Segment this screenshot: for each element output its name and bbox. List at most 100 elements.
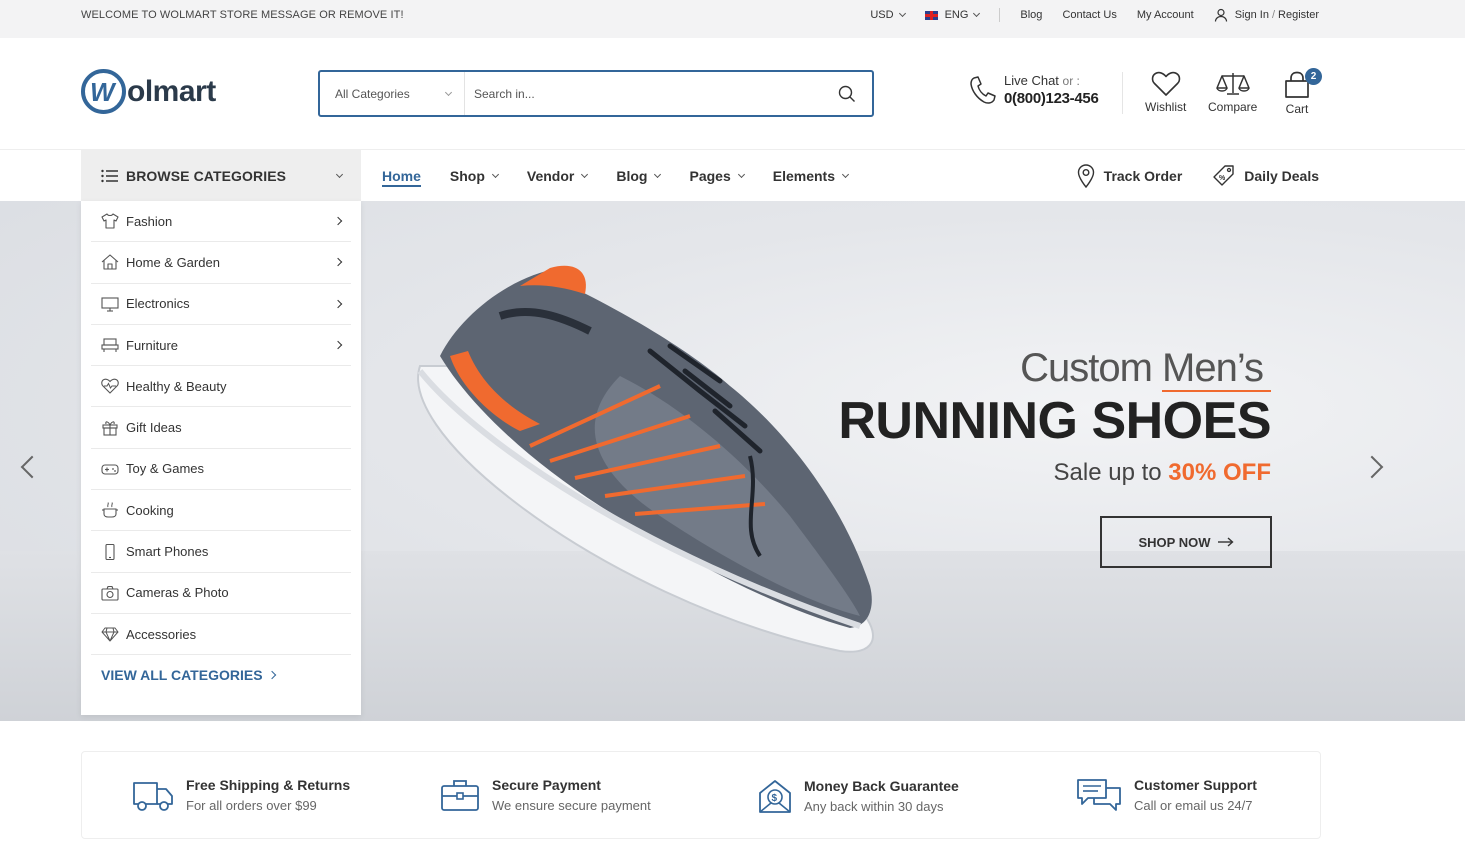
cart-label: Cart (1285, 102, 1309, 116)
briefcase-icon (441, 780, 479, 811)
category-label: Healthy & Beauty (126, 378, 227, 394)
compare-label: Compare (1208, 100, 1258, 114)
chevron-down-icon (654, 170, 662, 178)
or-label: or : (1062, 74, 1080, 88)
hero-title: RUNNING SHOES (838, 392, 1271, 450)
hero-sale-text: Sale up to 30% OFF (838, 459, 1271, 487)
gamepad-icon (101, 464, 119, 475)
chevron-right-icon (333, 258, 343, 267)
nav-item-label: Vendor (526, 167, 575, 184)
divider (999, 8, 1001, 22)
wishlist-button[interactable]: Wishlist (1145, 71, 1186, 114)
live-chat[interactable]: Live Chat or : 0(800)123-456 (968, 73, 1099, 107)
category-item-accessories[interactable]: Accessories (91, 614, 351, 656)
search-input[interactable] (465, 72, 822, 115)
category-item-furniture[interactable]: Furniture (91, 325, 351, 367)
logo[interactable]: W olmart (81, 69, 216, 114)
search-button[interactable] (822, 72, 872, 115)
top-bar-links: USD ENG Blog Contact Us My Account Sign … (850, 8, 1319, 22)
chevron-down-icon (737, 170, 745, 178)
divider (1122, 72, 1123, 114)
sofa-icon (101, 338, 119, 353)
view-all-categories-link[interactable]: VIEW ALL CATEGORIES (91, 655, 351, 683)
feature-subtitle: For all orders over $99 (186, 798, 317, 813)
nav-item-vendor[interactable]: Vendor (526, 150, 589, 201)
chevron-down-icon (444, 88, 453, 96)
category-item-cooking[interactable]: Cooking (91, 490, 351, 532)
search-bar: All Categories (318, 70, 874, 117)
features-bar: Free Shipping & Returns For all orders ov… (81, 751, 1321, 839)
feature-title: Secure Payment (492, 777, 601, 793)
category-label: Smart Phones (126, 544, 209, 560)
slider-prev-arrow-icon[interactable] (20, 455, 44, 479)
nav-item-label: Elements (772, 167, 835, 184)
svg-text:$: $ (772, 793, 778, 804)
sign-in-link[interactable]: Sign In (1235, 9, 1269, 21)
chevron-down-icon (973, 9, 981, 18)
nav-item-label: Home (382, 167, 421, 184)
category-item-smart-phones[interactable]: Smart Phones (91, 531, 351, 573)
my-account-link[interactable]: My Account (1137, 9, 1194, 21)
wishlist-label: Wishlist (1145, 100, 1187, 114)
logo-text: olmart (127, 74, 216, 108)
category-label: Toy & Games (126, 461, 205, 477)
top-bar: WELCOME TO WOLMART STORE MESSAGE OR REMO… (0, 0, 1465, 38)
heart-icon (1151, 71, 1180, 96)
blog-link[interactable]: Blog (1020, 9, 1042, 21)
currency-value: USD (870, 9, 894, 21)
language-value: ENG (944, 9, 969, 21)
browse-categories-toggle[interactable]: BROWSE CATEGORIES (81, 150, 361, 201)
search-category-value: All Categories (335, 86, 410, 101)
arrow-right-icon (1217, 537, 1234, 547)
search-category-select[interactable]: All Categories (320, 72, 465, 115)
nav-item-label: Pages (689, 167, 731, 184)
map-pin-icon (1077, 163, 1094, 188)
nav-item-shop[interactable]: Shop (450, 150, 499, 201)
hero-subtitle: Custom Men’s (838, 346, 1271, 392)
feature-payment: Secure Payment We ensure secure payment (440, 777, 651, 813)
currency-select[interactable]: USD (870, 9, 906, 21)
track-order-label: Track Order (1103, 167, 1183, 184)
category-item-electronics[interactable]: Electronics (91, 284, 351, 325)
hero-subtitle-underlined: Men’s (1162, 346, 1271, 392)
cart-button[interactable]: 2 Cart (1283, 68, 1322, 116)
nav-item-home[interactable]: Home (382, 150, 421, 201)
sign-in-register: Sign In / Register (1214, 8, 1319, 22)
hero-sale-percent: 30% OFF (1168, 459, 1271, 486)
browse-categories-label: BROWSE CATEGORIES (126, 167, 287, 184)
category-item-home-garden[interactable]: Home & Garden (91, 242, 351, 284)
slider-next-arrow-icon[interactable] (1360, 455, 1384, 479)
category-item-toy-games[interactable]: Toy & Games (91, 449, 351, 491)
hero-sale-pre: Sale up to (1053, 459, 1162, 486)
tag-icon: % (1213, 164, 1234, 186)
category-item-gift-ideas[interactable]: Gift Ideas (91, 407, 351, 449)
chevron-right-icon (333, 340, 343, 350)
logo-mark: W (81, 69, 126, 114)
shop-now-label: SHOP NOW (1138, 534, 1211, 550)
gift-icon (102, 420, 118, 436)
feature-subtitle: We ensure secure payment (492, 798, 651, 813)
compare-button[interactable]: Compare (1208, 71, 1257, 114)
category-label: Home & Garden (126, 254, 220, 270)
register-link[interactable]: Register (1278, 9, 1319, 21)
nav-item-pages[interactable]: Pages (689, 150, 745, 201)
nav-item-blog[interactable]: Blog (616, 150, 662, 201)
feature-money-back: $ Money Back Guarantee Any back within 30… (758, 777, 959, 815)
category-item-cameras-photo[interactable]: Cameras & Photo (91, 573, 351, 614)
shop-now-button[interactable]: SHOP NOW (1100, 516, 1272, 568)
language-select[interactable]: ENG (924, 9, 981, 21)
category-item-healthy-beauty[interactable]: Healthy & Beauty (91, 366, 351, 408)
daily-deals-link[interactable]: % Daily Deals (1212, 164, 1319, 188)
nav-item-label: Blog (616, 167, 648, 184)
nav-item-elements[interactable]: Elements (772, 150, 850, 201)
category-item-fashion[interactable]: Fashion (91, 201, 351, 243)
chevron-down-icon (581, 170, 589, 178)
svg-text:%: % (1219, 175, 1226, 182)
category-label: Furniture (126, 337, 179, 353)
home-icon (101, 254, 119, 270)
chevron-down-icon (898, 9, 906, 18)
track-order-link[interactable]: Track Order (1077, 163, 1183, 188)
category-label: Cameras & Photo (126, 585, 229, 601)
diamond-icon (101, 627, 119, 642)
contact-us-link[interactable]: Contact Us (1062, 9, 1116, 21)
